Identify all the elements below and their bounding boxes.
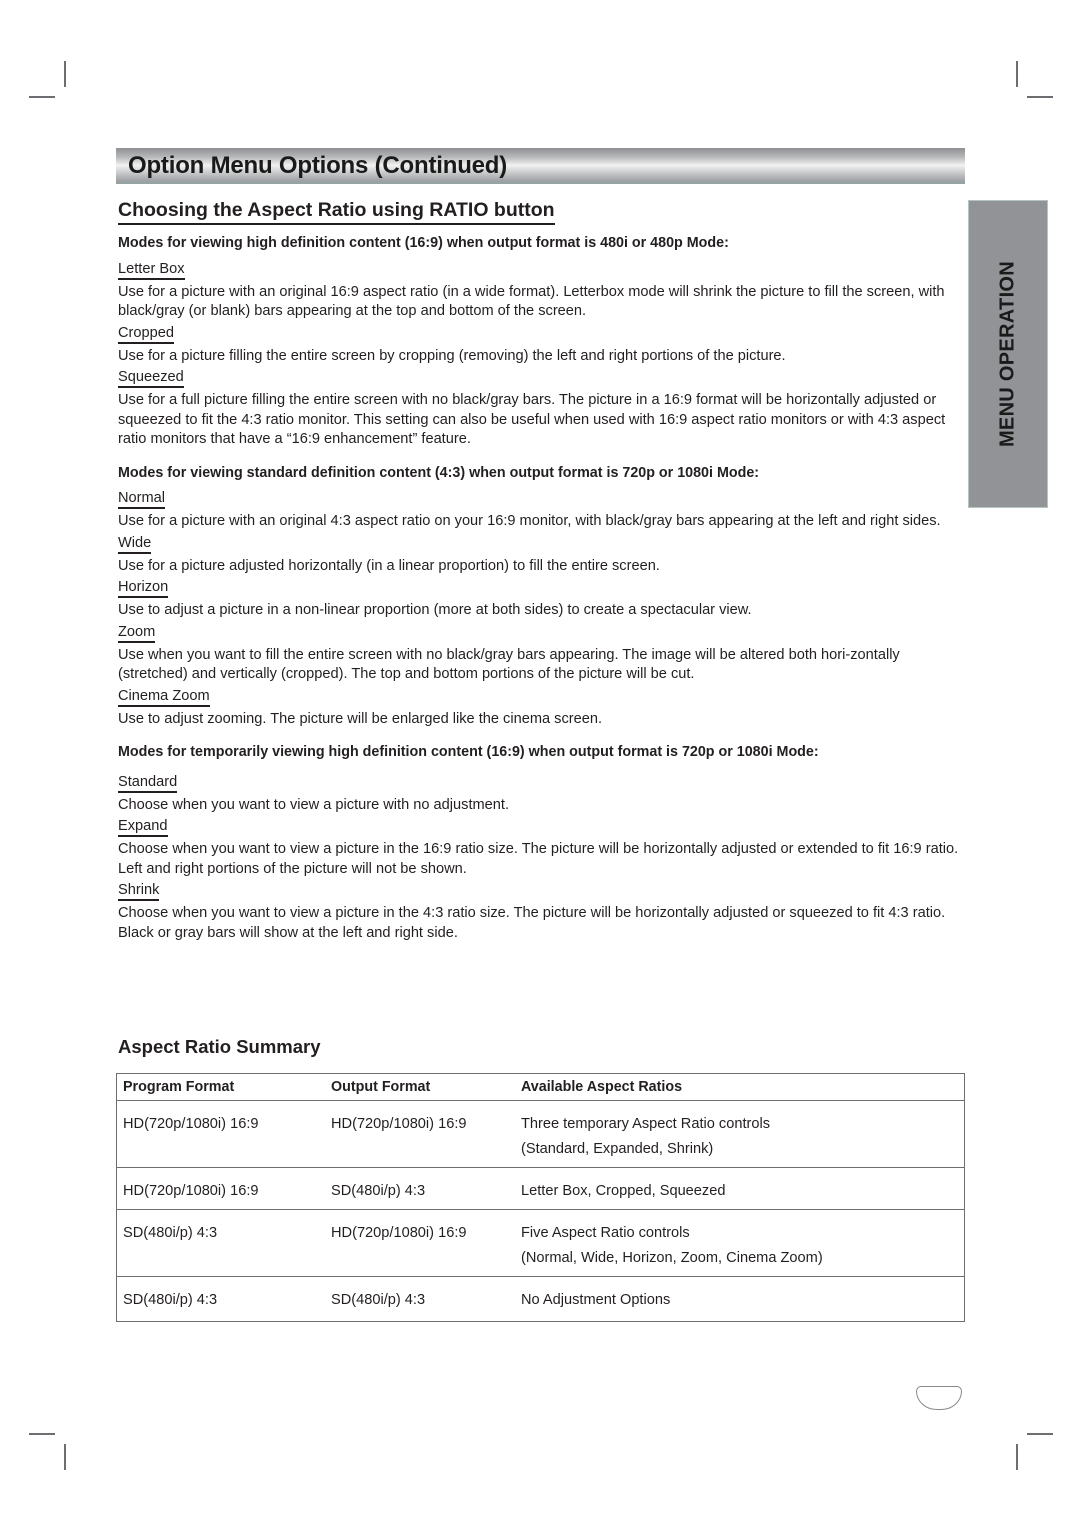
mode-description: Use for a picture with an original 16:9 …: [118, 283, 945, 320]
mode-name: Standard: [118, 773, 178, 793]
cell-output-format: HD(720p/1080i) 16:9: [325, 1209, 515, 1277]
mode-normal: Normal Use for a picture with an origina…: [118, 489, 968, 532]
mode-description: Choose when you want to view a picture i…: [118, 905, 946, 941]
side-tab-menu-operation: MENU OPERATION: [968, 200, 1048, 508]
page-title-bar: Option Menu Options (Continued): [116, 148, 965, 184]
mode-name: Wide: [118, 534, 152, 554]
mode-cinema-zoom: Cinema Zoom Use to adjust zooming. The p…: [118, 687, 968, 730]
crop-mark: [29, 1433, 55, 1435]
mode-squeezed: Squeezed Use for a full picture filling …: [118, 368, 968, 450]
mode-group-heading: Modes for viewing standard definition co…: [118, 464, 760, 481]
mode-group-hd-720-temporary: Modes for temporarily viewing high defin…: [118, 743, 968, 943]
mode-group-hd-480: Modes for viewing high definition conten…: [118, 234, 968, 450]
mode-description: Use when you want to fill the entire scr…: [118, 646, 900, 683]
page-number-tab: [916, 1386, 962, 1410]
table-row: HD(720p/1080i) 16:9 HD(720p/1080i) 16:9 …: [116, 1100, 965, 1168]
cell-output-format: SD(480i/p) 4:3: [325, 1167, 515, 1210]
side-tab-label: MENU OPERATION: [996, 260, 1019, 448]
ratios-detail: (Normal, Wide, Horizon, Zoom, Cinema Zoo…: [521, 1250, 823, 1266]
table-row: SD(480i/p) 4:3 HD(720p/1080i) 16:9 Five …: [116, 1209, 965, 1277]
cell-program-format: HD(720p/1080i) 16:9: [116, 1167, 325, 1210]
mode-description: Use for a full picture filling the entir…: [118, 392, 946, 447]
table-row: SD(480i/p) 4:3 SD(480i/p) 4:3 No Adjustm…: [117, 1277, 965, 1322]
summary-heading: Aspect Ratio Summary: [118, 1036, 321, 1057]
mode-expand: Expand Choose when you want to view a pi…: [118, 817, 968, 879]
ratios-text: Letter Box, Cropped, Squeezed: [521, 1183, 726, 1199]
mode-name: Normal: [118, 489, 166, 509]
column-header-available-ratios: Available Aspect Ratios: [515, 1073, 965, 1101]
crop-mark: [1027, 96, 1053, 98]
cell-output-format: SD(480i/p) 4:3: [331, 1292, 426, 1308]
mode-standard: Standard Choose when you want to view a …: [118, 773, 968, 816]
cell-program-format: SD(480i/p) 4:3: [123, 1292, 218, 1308]
page-title: Option Menu Options (Continued): [128, 152, 508, 179]
mode-cropped: Cropped Use for a picture filling the en…: [118, 324, 968, 367]
cell-program-format: SD(480i/p) 4:3: [116, 1209, 325, 1277]
table-row: HD(720p/1080i) 16:9 SD(480i/p) 4:3 Lette…: [116, 1167, 965, 1210]
ratios-text: Three temporary Aspect Ratio controls: [521, 1116, 771, 1132]
mode-description: Use for a picture filling the entire scr…: [118, 347, 786, 364]
mode-name: Horizon: [118, 578, 169, 598]
cell-available-ratios: Three temporary Aspect Ratio controls (S…: [515, 1100, 965, 1168]
mode-name: Shrink: [118, 881, 160, 901]
cell-available-ratios: Letter Box, Cropped, Squeezed: [515, 1167, 965, 1210]
aspect-ratio-summary-table: Program Format Output Format Available A…: [116, 1073, 965, 1322]
crop-mark: [64, 1444, 66, 1470]
crop-mark: [29, 96, 55, 98]
section-heading: Choosing the Aspect Ratio using RATIO bu…: [118, 198, 555, 225]
ratios-detail: (Standard, Expanded, Shrink): [521, 1141, 714, 1157]
mode-description: Use to adjust a picture in a non-linear …: [118, 602, 752, 618]
mode-name: Expand: [118, 817, 168, 837]
mode-group-heading: Modes for viewing high definition conten…: [118, 235, 729, 251]
ratios-text: No Adjustment Options: [521, 1292, 671, 1308]
mode-content: Modes for viewing high definition conten…: [118, 234, 968, 957]
cell-output-format: HD(720p/1080i) 16:9: [325, 1100, 515, 1168]
mode-group-heading: Modes for temporarily viewing high defin…: [118, 744, 819, 760]
mode-group-sd-720: Modes for viewing standard definition co…: [118, 464, 968, 730]
mode-name: Cinema Zoom: [118, 687, 210, 707]
mode-description: Choose when you want to view a picture w…: [118, 796, 510, 813]
mode-name: Zoom: [118, 623, 156, 643]
mode-horizon: Horizon Use to adjust a picture in a non…: [118, 578, 968, 621]
cell-available-ratios: Five Aspect Ratio controls (Normal, Wide…: [515, 1209, 965, 1277]
crop-mark: [64, 61, 66, 87]
column-header-output-format: Output Format: [325, 1073, 515, 1101]
crop-mark: [1027, 1433, 1053, 1435]
cell-program-format: HD(720p/1080i) 16:9: [116, 1100, 325, 1168]
crop-mark: [1016, 61, 1018, 87]
mode-description: Use for a picture adjusted horizontally …: [118, 557, 660, 574]
mode-name: Cropped: [118, 324, 174, 344]
mode-shrink: Shrink Choose when you want to view a pi…: [118, 881, 968, 943]
mode-description: Use to adjust zooming. The picture will …: [118, 710, 603, 727]
mode-zoom: Zoom Use when you want to fill the entir…: [118, 623, 968, 685]
mode-wide: Wide Use for a picture adjusted horizont…: [118, 534, 968, 577]
mode-letter-box: Letter Box Use for a picture with an ori…: [118, 260, 968, 322]
crop-mark: [1016, 1444, 1018, 1470]
cell-available-ratios: No Adjustment Options: [515, 1277, 965, 1322]
ratios-text: Five Aspect Ratio controls: [521, 1225, 690, 1241]
mode-description: Choose when you want to view a picture i…: [118, 841, 959, 877]
mode-name: Letter Box: [118, 260, 185, 280]
column-header-program-format: Program Format: [116, 1073, 325, 1101]
mode-description: Use for a picture with an original 4:3 a…: [118, 513, 941, 529]
mode-name: Squeezed: [118, 368, 184, 388]
table-header-row: Program Format Output Format Available A…: [116, 1073, 965, 1101]
